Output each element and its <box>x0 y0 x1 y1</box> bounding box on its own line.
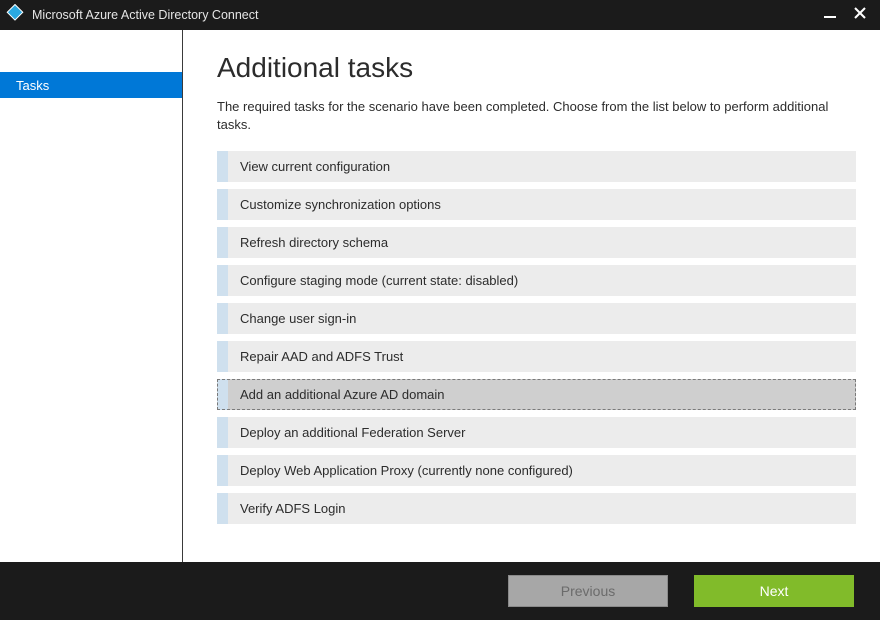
task-deploy-federation[interactable]: Deploy an additional Federation Server <box>217 417 856 448</box>
task-label: Verify ADFS Login <box>228 501 346 516</box>
task-accent <box>217 151 228 182</box>
titlebar-left: Microsoft Azure Active Directory Connect <box>6 4 258 27</box>
task-label: View current configuration <box>228 159 390 174</box>
azure-icon <box>6 4 24 27</box>
task-list: View current configuration Customize syn… <box>217 151 856 524</box>
task-label: Configure staging mode (current state: d… <box>228 273 518 288</box>
task-label: Add an additional Azure AD domain <box>228 387 445 402</box>
task-accent <box>217 303 228 334</box>
task-repair-trust[interactable]: Repair AAD and ADFS Trust <box>217 341 856 372</box>
window-controls <box>824 6 874 24</box>
task-change-signin[interactable]: Change user sign-in <box>217 303 856 334</box>
task-accent <box>217 341 228 372</box>
task-add-domain[interactable]: Add an additional Azure AD domain <box>217 379 856 410</box>
titlebar: Microsoft Azure Active Directory Connect <box>0 0 880 30</box>
minimize-icon[interactable] <box>824 6 836 24</box>
task-label: Customize synchronization options <box>228 197 441 212</box>
task-label: Repair AAD and ADFS Trust <box>228 349 403 364</box>
task-accent <box>217 493 228 524</box>
page-description: The required tasks for the scenario have… <box>217 98 837 133</box>
task-label: Deploy an additional Federation Server <box>228 425 465 440</box>
task-accent <box>217 455 228 486</box>
sidebar-item-tasks[interactable]: Tasks <box>0 72 182 98</box>
task-accent <box>217 189 228 220</box>
task-accent <box>217 227 228 258</box>
task-label: Change user sign-in <box>228 311 356 326</box>
sidebar: Tasks <box>0 30 183 562</box>
next-button[interactable]: Next <box>694 575 854 607</box>
task-accent <box>217 417 228 448</box>
body-area: Tasks Additional tasks The required task… <box>0 30 880 562</box>
close-icon[interactable] <box>854 6 866 24</box>
main-content: Additional tasks The required tasks for … <box>183 30 880 562</box>
task-accent <box>217 265 228 296</box>
task-customize-sync[interactable]: Customize synchronization options <box>217 189 856 220</box>
task-label: Refresh directory schema <box>228 235 388 250</box>
task-accent <box>217 379 228 410</box>
footer: Previous Next <box>0 562 880 620</box>
task-label: Deploy Web Application Proxy (currently … <box>228 463 573 478</box>
previous-button: Previous <box>508 575 668 607</box>
sidebar-item-label: Tasks <box>16 78 49 93</box>
window-title: Microsoft Azure Active Directory Connect <box>32 8 258 22</box>
task-verify-adfs[interactable]: Verify ADFS Login <box>217 493 856 524</box>
task-view-config[interactable]: View current configuration <box>217 151 856 182</box>
task-staging-mode[interactable]: Configure staging mode (current state: d… <box>217 265 856 296</box>
task-refresh-schema[interactable]: Refresh directory schema <box>217 227 856 258</box>
task-deploy-wap[interactable]: Deploy Web Application Proxy (currently … <box>217 455 856 486</box>
page-title: Additional tasks <box>217 52 856 84</box>
